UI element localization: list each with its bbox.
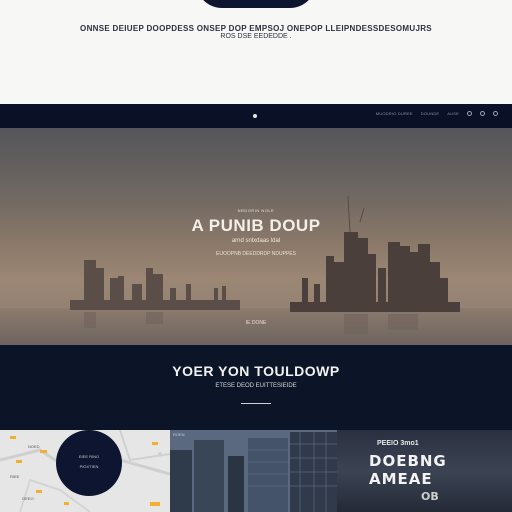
hero-tagline: EUOOPNB DEEDDRDP NDUPPES	[216, 251, 296, 257]
menu-icon[interactable]	[493, 111, 498, 116]
nav-link-1[interactable]: MUODRIO DUREE	[376, 111, 413, 116]
logo-circle[interactable]	[196, 0, 316, 8]
nav-links: MUODRIO DUREE DOUNDE AUSE	[376, 111, 498, 116]
buildings-image	[170, 430, 337, 512]
map-label-1: NOED	[28, 444, 40, 449]
map-label-2: RIEE	[10, 474, 20, 479]
building-photo-tile[interactable]: ROEN	[170, 430, 337, 512]
nav-link-2[interactable]: DOUNDE	[421, 111, 440, 116]
sign-text-line-1: DOEBNG	[369, 452, 447, 470]
section-title: YOER YON TOULDOWP	[172, 363, 340, 379]
hero-title: A PUNIB DOUP	[191, 216, 321, 235]
section-subtitle: ETESE DEOD EUITTESIEIDE	[215, 383, 297, 389]
header-text-line-2: ROS DSE EEDEDDE .	[220, 33, 292, 40]
sign-photo-tile[interactable]: PEEIO 3mo1 DOEBNG AMEAE OB	[337, 430, 512, 512]
top-header: ONNSE DEIUEP DOOPDESS ONSEP DOP EMPSOJ O…	[0, 0, 512, 104]
map-info-circle: EIEE RINO PIOXTIEN	[56, 430, 122, 496]
hero-banner: NRDORIN NOLE A PUNIB DOUP arnd snlxdaas …	[0, 128, 512, 345]
hero-kicker: NRDORIN NOLE	[237, 208, 275, 213]
gallery-row: NOED RIEE OEEO EIEE RINO PIOXTIEN ROEN P…	[0, 430, 512, 512]
map-label-3: OEEO	[22, 496, 34, 501]
search-icon[interactable]	[467, 111, 472, 116]
sign-text-line-2: AMEAE	[369, 470, 433, 488]
photo-label: ROEN	[173, 432, 185, 437]
city-skyline-image	[0, 195, 512, 345]
nav-indicator-dot	[253, 114, 257, 118]
header-text-line-1: ONNSE DEIUEP DOOPDESS ONSEP DOP EMPSOJ O…	[80, 24, 432, 33]
navigation-bar: MUODRIO DUREE DOUNDE AUSE	[0, 104, 512, 128]
sign-text-line-3: OB	[421, 490, 439, 503]
hero-caption-link[interactable]: IE DONE	[0, 320, 512, 326]
sign-small-text: PEEIO 3mo1	[377, 440, 419, 447]
intro-section: YOER YON TOULDOWP ETESE DEOD EUITTESIEID…	[0, 345, 512, 430]
map-circle-text-2: PIOXTIEN	[79, 464, 99, 469]
map-circle-text-1: EIEE RINO	[78, 454, 100, 459]
map-tile[interactable]: NOED RIEE OEEO EIEE RINO PIOXTIEN	[0, 430, 170, 512]
nav-link-3[interactable]: AUSE	[447, 111, 459, 116]
user-icon[interactable]	[480, 111, 485, 116]
section-divider	[241, 403, 271, 404]
hero-subtitle: arnd snlxdaas ldal	[231, 238, 281, 244]
